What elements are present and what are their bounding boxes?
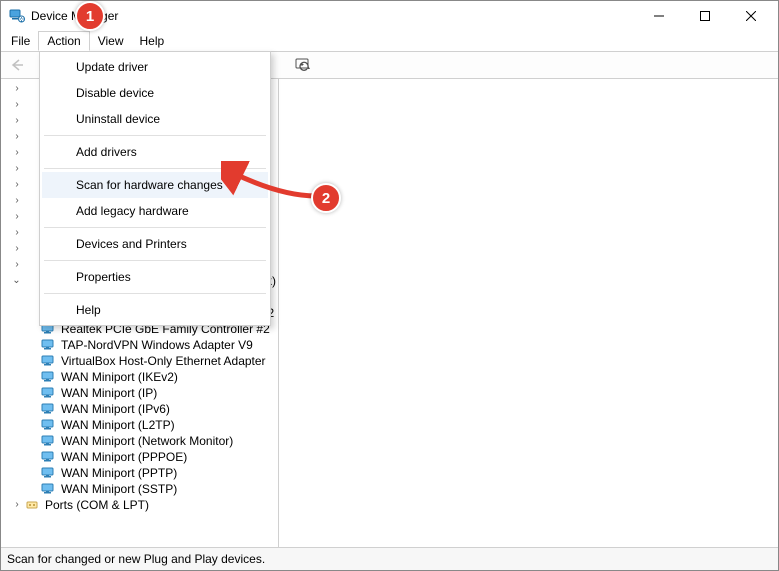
menu-separator [44,227,266,228]
device-manager-window: Device Manager File Action View Help [0,0,779,571]
expand-icon[interactable]: › [11,81,23,97]
back-button[interactable] [5,54,29,76]
tree-device-item[interactable]: WAN Miniport (IP) [1,385,278,401]
menu-separator [44,293,266,294]
tree-device-label: WAN Miniport (SSTP) [59,481,179,497]
menu-help[interactable]: Help [132,31,173,51]
titlebar: Device Manager [1,1,778,31]
tree-device-label: WAN Miniport (L2TP) [59,417,177,433]
ports-icon [25,498,39,512]
expand-icon[interactable]: › [11,225,23,241]
menu-update-driver[interactable]: Update driver [42,54,268,80]
expand-icon[interactable]: › [11,129,23,145]
status-text: Scan for changed or new Plug and Play de… [7,552,265,566]
maximize-button[interactable] [682,1,728,31]
detail-pane [279,79,778,547]
tree-device-item[interactable]: TAP-NordVPN Windows Adapter V9 [1,337,278,353]
window-controls [636,1,774,31]
annotation-badge-1: 1 [75,1,105,31]
menu-properties[interactable]: Properties [42,264,268,290]
tree-device-item[interactable]: VirtualBox Host-Only Ethernet Adapter [1,353,278,369]
window-title: Device Manager [31,9,636,23]
menu-devices-and-printers[interactable]: Devices and Printers [42,231,268,257]
close-button[interactable] [728,1,774,31]
network-adapter-icon [41,434,55,448]
menu-separator [44,135,266,136]
tree-device-label: WAN Miniport (Network Monitor) [59,433,235,449]
menu-action[interactable]: Action [38,31,89,51]
network-adapter-icon [41,354,55,368]
network-adapter-icon [41,402,55,416]
expand-icon[interactable]: › [11,241,23,257]
menu-add-legacy-hardware[interactable]: Add legacy hardware [42,198,268,224]
expand-icon[interactable]: › [11,209,23,225]
tree-device-label: WAN Miniport (IKEv2) [59,369,180,385]
expand-icon[interactable]: › [11,177,23,193]
tree-device-item[interactable]: WAN Miniport (IKEv2) [1,369,278,385]
statusbar: Scan for changed or new Plug and Play de… [1,548,778,570]
tree-category-label: Ports (COM & LPT) [43,497,151,513]
tree-device-label: WAN Miniport (IPv6) [59,401,172,417]
app-icon [9,8,25,24]
expand-icon[interactable]: › [11,145,23,161]
network-adapter-icon [41,482,55,496]
annotation-badge-2: 2 [311,183,341,213]
tree-category-ports[interactable]: › Ports (COM & LPT) [1,497,278,513]
minimize-button[interactable] [636,1,682,31]
tree-device-label: WAN Miniport (PPPOE) [59,449,189,465]
tree-device-item[interactable]: WAN Miniport (L2TP) [1,417,278,433]
tree-device-item[interactable]: WAN Miniport (IPv6) [1,401,278,417]
network-adapter-icon [41,386,55,400]
menu-separator [44,260,266,261]
action-menu-dropdown: Update driver Disable device Uninstall d… [39,51,271,326]
menu-help-item[interactable]: Help [42,297,268,323]
tree-device-label: VirtualBox Host-Only Ethernet Adapter [59,353,268,369]
menu-uninstall-device[interactable]: Uninstall device [42,106,268,132]
tree-device-item[interactable]: WAN Miniport (PPTP) [1,465,278,481]
scan-hardware-toolbar-button[interactable] [292,54,316,76]
menu-file[interactable]: File [3,31,38,51]
tree-device-label: TAP-NordVPN Windows Adapter V9 [59,337,255,353]
menu-separator [44,168,266,169]
network-adapter-icon [41,370,55,384]
menu-disable-device[interactable]: Disable device [42,80,268,106]
network-adapter-icon [41,338,55,352]
tree-device-label: WAN Miniport (IP) [59,385,159,401]
network-adapter-icon [41,466,55,480]
tree-device-item[interactable]: WAN Miniport (SSTP) [1,481,278,497]
menu-add-drivers[interactable]: Add drivers [42,139,268,165]
expand-icon[interactable]: › [11,97,23,113]
collapse-icon[interactable]: ⌄ [11,273,22,289]
menu-scan-hardware-changes[interactable]: Scan for hardware changes [42,172,268,198]
expand-icon[interactable]: › [11,161,23,177]
expand-icon[interactable]: › [11,193,23,209]
tree-device-item[interactable]: WAN Miniport (PPPOE) [1,449,278,465]
menu-view[interactable]: View [90,31,132,51]
network-adapter-icon [41,450,55,464]
menubar: File Action View Help [1,31,778,51]
expand-icon[interactable]: › [11,113,23,129]
expand-icon[interactable]: › [11,497,23,513]
tree-device-item[interactable]: WAN Miniport (Network Monitor) [1,433,278,449]
expand-icon[interactable]: › [11,257,23,273]
network-adapter-icon [41,418,55,432]
tree-device-label: WAN Miniport (PPTP) [59,465,179,481]
